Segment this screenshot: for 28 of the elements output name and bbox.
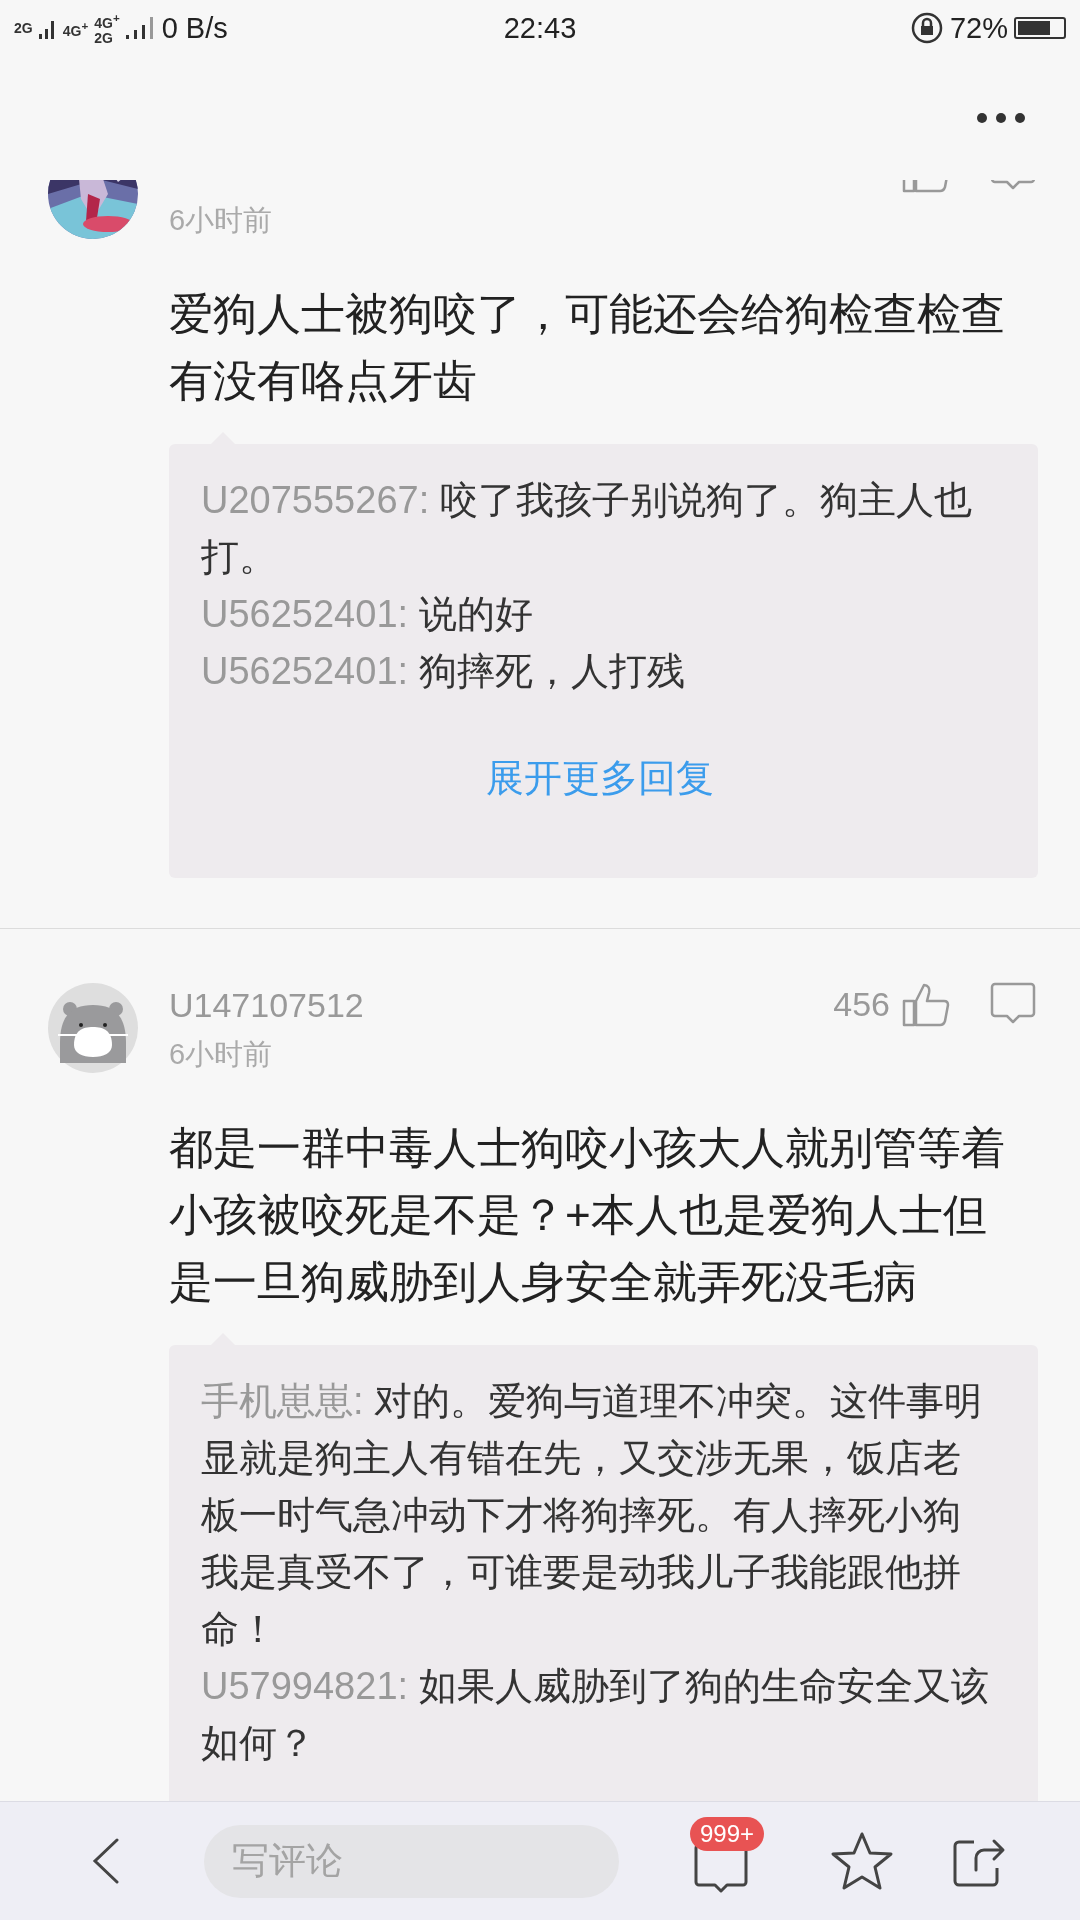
network-label: 4G$^{+}$ — [94, 10, 120, 31]
avatar-icon[interactable] — [48, 983, 138, 1073]
clock: 22:43 — [503, 11, 577, 45]
username[interactable]: U147107512 — [169, 983, 834, 1027]
comment-text: 爱狗人士被狗咬了，可能还会给狗检查检查有没有咯点牙齿 — [169, 288, 1006, 407]
comment-input[interactable]: 写评论 — [204, 1824, 619, 1898]
post-time: 6小时前 — [169, 203, 274, 238]
like-count: 456 — [833, 984, 890, 1024]
more-menu-icon[interactable] — [976, 112, 1026, 124]
comment-count-badge: 999+ — [690, 1817, 765, 1851]
rotation-lock-icon — [909, 11, 944, 45]
comment-text: 都是一群中毒人士狗咬小孩大人就别管等着小孩被咬死是不是？+本人也是爱狗人士但是一旦狗威胁到人身安全就弄死没毛病 — [169, 1122, 1006, 1308]
network-label: 2G — [94, 30, 114, 46]
reply-text: U57994821: 如果人威胁到了狗的生命安全又该如何？ — [201, 1664, 990, 1766]
network-speed: 0 B/s — [161, 11, 228, 45]
network-label: 4G$^{+}$ — [62, 17, 89, 39]
signal-icon — [125, 17, 156, 39]
reply-text: U56252401: 说的好 — [201, 592, 534, 637]
expand-replies-link[interactable]: 展开更多回复 — [485, 757, 714, 799]
network-label: 2G — [14, 20, 33, 36]
reply-text: 手机崽崽: 对的。爱狗与道理不冲突。这件事明显就是狗主人有错在先，又交涉无果，饭店老板一时气急冲动下才将狗摔死。有人摔死小狗我是真受不了，可谁要是动我儿子我能跟他拼命！ — [201, 1379, 984, 1652]
star-icon[interactable] — [830, 1831, 894, 1891]
back-icon[interactable] — [92, 1838, 120, 1884]
reply-text: U56252401: 狗摔死，人打残 — [201, 649, 686, 694]
battery-icon — [1014, 17, 1066, 39]
battery-percent: 72% — [949, 11, 1008, 45]
post-time: 6小时前 — [169, 1037, 274, 1072]
reply-text: U207555267: 咬了我孩子别说狗了。狗主人也打。 — [201, 478, 973, 580]
